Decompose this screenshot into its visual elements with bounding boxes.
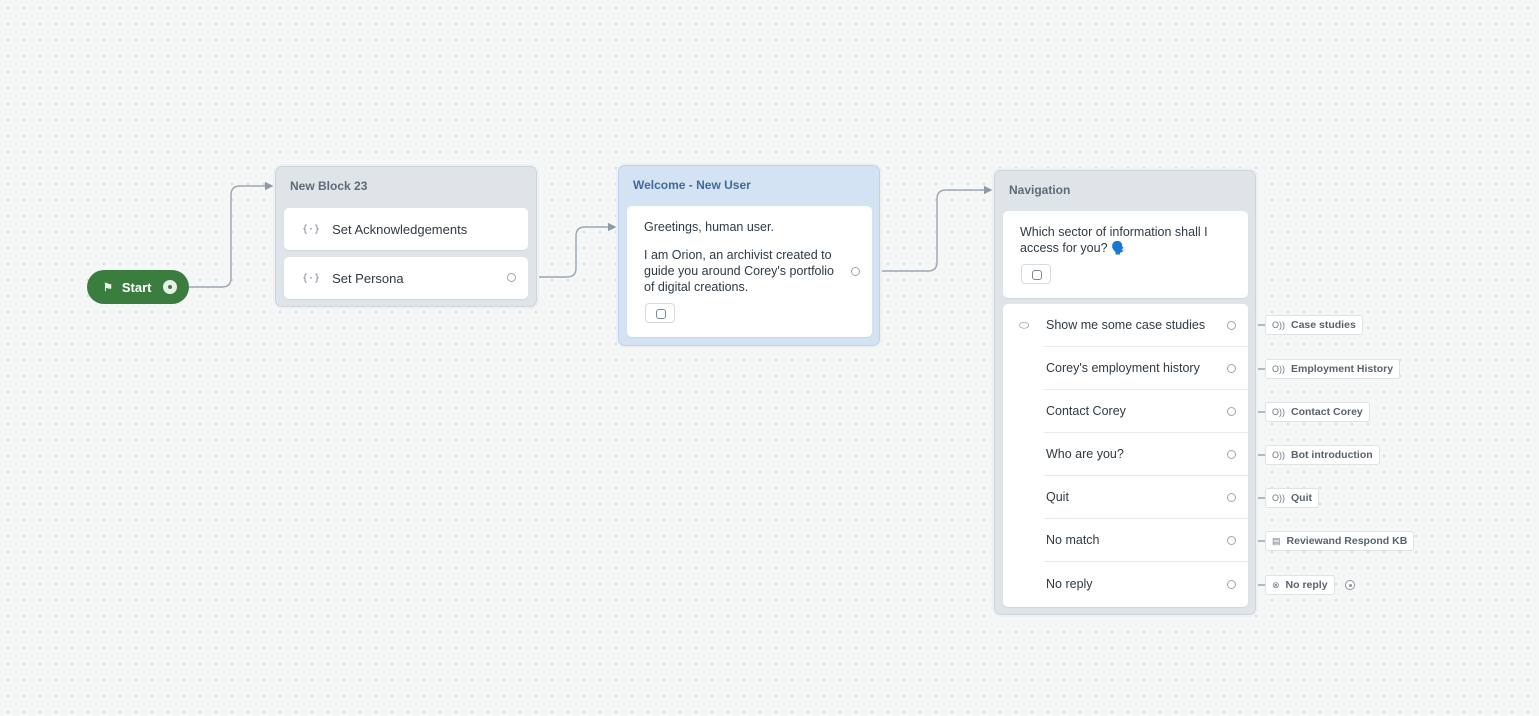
choice-label: Quit <box>1046 490 1069 504</box>
welcome-message-step[interactable]: Greetings, human user. I am Orion, an ar… <box>627 206 872 337</box>
variable-icon: {·} <box>302 272 321 284</box>
welcome-output-port[interactable] <box>851 267 860 276</box>
target-case-studies[interactable]: O)) Case studies <box>1265 315 1363 335</box>
choice-who-are-you[interactable]: Who are you? <box>1003 433 1248 476</box>
choice-label: No reply <box>1046 577 1093 591</box>
choice-label: Show me some case studies <box>1046 318 1206 332</box>
no-reply-icon: ⊗ <box>1272 579 1280 590</box>
target-no-reply[interactable]: ⊗ No reply <box>1265 575 1335 595</box>
choice-no-match[interactable]: No match <box>1003 519 1248 562</box>
choice-step[interactable]: ⬭ Show me some case studies Corey's empl… <box>1003 304 1248 607</box>
target-label: Contact Corey <box>1291 406 1363 418</box>
dice-icon <box>1032 270 1042 280</box>
connection-lines <box>189 181 1266 586</box>
set-persona-step[interactable]: {·} Set Persona <box>284 257 528 299</box>
choice-quit[interactable]: Quit <box>1003 476 1248 519</box>
target-quit[interactable]: O)) Quit <box>1265 488 1319 508</box>
variant-button[interactable] <box>1021 264 1051 284</box>
variant-button[interactable] <box>645 303 675 323</box>
kb-icon: ▤ <box>1272 535 1281 546</box>
choice-label: Corey's employment history <box>1046 361 1200 375</box>
intent-icon: O)) <box>1272 407 1285 417</box>
choice-output-port[interactable] <box>1227 364 1236 373</box>
dice-icon <box>656 309 666 319</box>
choice-label: Who are you? <box>1046 447 1124 461</box>
navigation-message-step[interactable]: Which sector of information shall I acce… <box>1003 211 1248 298</box>
step-label: Set Acknowledgements <box>332 221 468 237</box>
choice-label: No match <box>1046 533 1100 547</box>
start-node[interactable]: ⚑ Start <box>87 270 189 304</box>
block-title: Welcome - New User <box>633 178 751 192</box>
choice-output-port[interactable] <box>1227 450 1236 459</box>
set-acknowledgements-step[interactable]: {·} Set Acknowledgements <box>284 208 528 250</box>
block-navigation[interactable]: Navigation Which sector of information s… <box>994 170 1256 615</box>
link-persona-to-welcome <box>528 222 617 278</box>
variable-icon: {·} <box>302 223 321 235</box>
choice-label: Contact Corey <box>1046 404 1126 418</box>
target-label: No reply <box>1285 579 1328 591</box>
intent-icon: O)) <box>1272 493 1285 503</box>
start-label: Start <box>121 279 152 295</box>
start-output-port[interactable] <box>163 280 177 294</box>
no-reply-output-port[interactable] <box>1345 580 1355 590</box>
divider <box>1044 561 1248 562</box>
step-label: Set Persona <box>332 270 404 286</box>
intent-icon: O)) <box>1272 364 1285 374</box>
block-welcome-new-user[interactable]: Welcome - New User Greetings, human user… <box>618 165 880 346</box>
target-label: Reviewand Respond KB <box>1286 535 1408 547</box>
choice-case-studies[interactable]: Show me some case studies <box>1003 304 1248 347</box>
choice-employment-history[interactable]: Corey's employment history <box>1003 347 1248 390</box>
block-title: New Block 23 <box>290 179 368 193</box>
target-label: Employment History <box>1291 363 1394 375</box>
choice-output-port[interactable] <box>1227 321 1236 330</box>
target-contact-corey[interactable]: O)) Contact Corey <box>1265 402 1370 422</box>
intent-icon: O)) <box>1272 320 1285 330</box>
intent-icon: O)) <box>1272 450 1285 460</box>
target-label: Case studies <box>1291 319 1356 331</box>
message-line-2: I am Orion, an archivist created to guid… <box>644 248 835 294</box>
target-label: Bot introduction <box>1291 449 1373 461</box>
link-welcome-to-navigation <box>871 185 993 272</box>
link-start-to-block23 <box>189 181 274 288</box>
choice-no-reply[interactable]: No reply <box>1003 563 1248 606</box>
choice-output-port[interactable] <box>1227 493 1236 502</box>
message-line-1: Greetings, human user. <box>644 220 774 234</box>
target-label: Quit <box>1291 492 1312 504</box>
block-new-block-23[interactable]: New Block 23 {·} Set Acknowledgements {·… <box>275 166 537 307</box>
target-bot-introduction[interactable]: O)) Bot introduction <box>1265 445 1380 465</box>
flag-icon: ⚑ <box>103 281 113 294</box>
set-persona-output-port[interactable] <box>507 273 516 282</box>
block-title: Navigation <box>1009 183 1071 197</box>
navigation-question: Which sector of information shall I acce… <box>1020 225 1208 255</box>
choice-output-port[interactable] <box>1227 536 1236 545</box>
choice-output-port[interactable] <box>1227 580 1236 589</box>
choice-output-port[interactable] <box>1227 407 1236 416</box>
choice-contact-corey[interactable]: Contact Corey <box>1003 390 1248 433</box>
target-employment-history[interactable]: O)) Employment History <box>1265 359 1401 379</box>
target-review-and-respond-kb[interactable]: ▤ Reviewand Respond KB <box>1265 531 1415 551</box>
